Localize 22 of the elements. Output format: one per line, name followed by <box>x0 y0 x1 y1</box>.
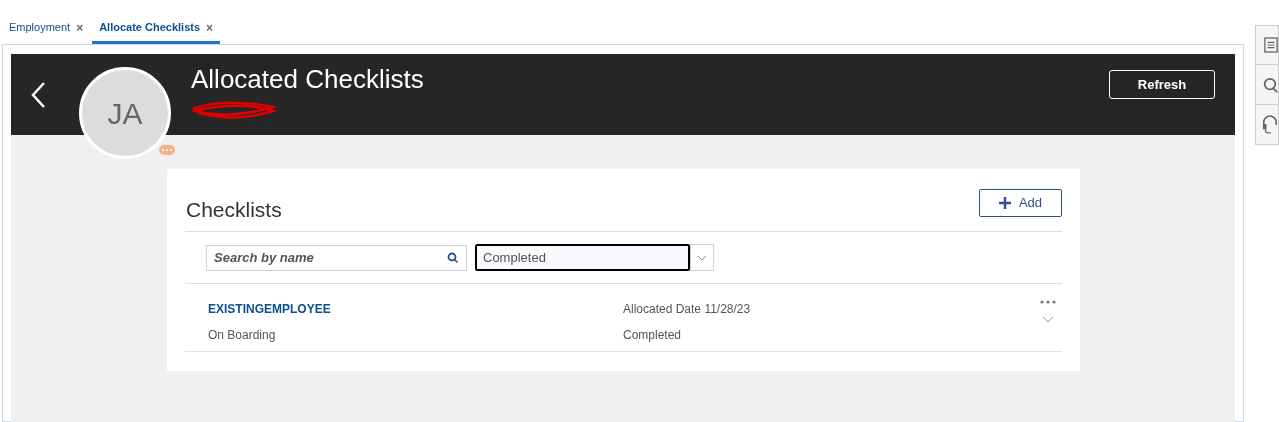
headset-icon[interactable] <box>1262 113 1278 136</box>
checklist-status: Completed <box>623 327 683 344</box>
search-icon[interactable] <box>447 251 459 264</box>
page-title: Allocated Checklists <box>191 63 424 95</box>
card-title: Checklists <box>186 197 282 224</box>
search-icon[interactable] <box>1262 75 1278 94</box>
search-field[interactable]: Search by name <box>206 244 467 271</box>
add-button[interactable]: Add <box>979 189 1062 217</box>
checklist-name-link[interactable]: EXISTINGEMPLOYEE <box>208 300 623 318</box>
refresh-button[interactable]: Refresh <box>1109 70 1215 99</box>
list-icon[interactable] <box>1264 36 1278 55</box>
chevron-down-icon[interactable] <box>1042 316 1054 323</box>
back-icon[interactable] <box>30 81 46 109</box>
close-icon[interactable]: × <box>76 18 84 37</box>
plus-icon <box>998 197 1011 209</box>
chevron-down-icon <box>697 254 707 261</box>
close-icon[interactable]: × <box>206 18 214 37</box>
allocated-date: Allocated Date 11/28/23 <box>623 301 752 318</box>
checklist-type: On Boarding <box>208 327 277 344</box>
more-icon[interactable] <box>1040 300 1056 304</box>
tab[interactable]: Employment × <box>2 14 91 44</box>
tab[interactable]: Allocate Checklists × <box>92 14 221 44</box>
